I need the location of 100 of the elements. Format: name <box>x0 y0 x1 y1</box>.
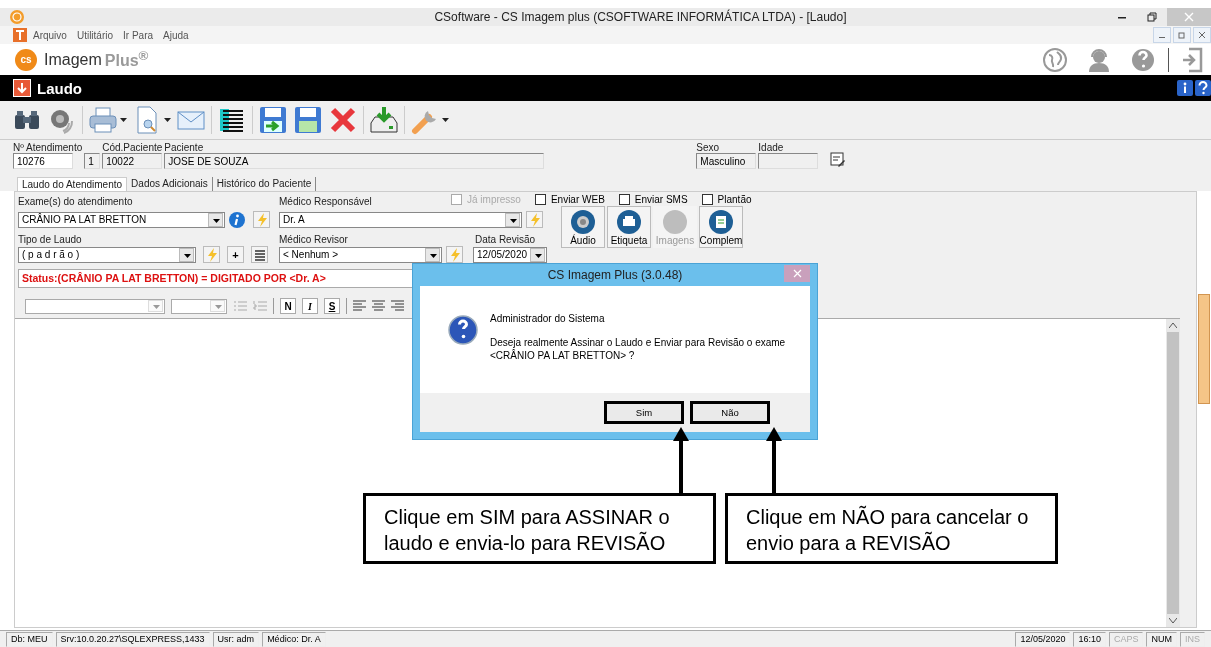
field-label: Exame(s) do atendimento <box>18 196 134 207</box>
tray-icon[interactable] <box>369 105 399 135</box>
checkbox[interactable] <box>534 193 546 205</box>
callout-note: Clique em NÃO para cancelar o envio para a REVISÃO <box>725 493 1058 564</box>
format-button[interactable]: N <box>280 298 296 314</box>
status-cell: 16:10 <box>1073 631 1106 647</box>
font-size-dropdown[interactable] <box>171 298 227 314</box>
field-label: Cód.Paciente <box>102 142 163 153</box>
format-button[interactable]: S <box>324 298 340 314</box>
side-tab[interactable] <box>1198 294 1210 404</box>
question-icon <box>448 315 478 345</box>
caret-icon[interactable] <box>442 118 449 122</box>
align-right-icon[interactable] <box>391 300 404 312</box>
checkbox[interactable] <box>701 193 713 205</box>
support-agent-icon[interactable] <box>1086 46 1112 73</box>
align-left-icon[interactable] <box>353 300 366 312</box>
dialog-title: CS Imagem Plus (3.0.48) <box>547 268 683 282</box>
close-icon <box>792 269 802 278</box>
doctor-dropdown[interactable]: Dr. A <box>279 211 522 228</box>
text-field[interactable] <box>758 153 819 169</box>
media-button[interactable]: Complem <box>699 206 743 248</box>
blank-circle-icon <box>663 209 687 234</box>
scroll-down-icon[interactable] <box>1169 618 1177 623</box>
exit-icon[interactable] <box>1181 46 1203 73</box>
status-cell: Srv:10.0.20.27\SQLEXPRESS,1433 <box>55 631 210 647</box>
minimize-button[interactable] <box>1153 27 1171 43</box>
scrollbar[interactable] <box>1166 319 1180 627</box>
cross-icon[interactable] <box>328 105 358 135</box>
menu-item[interactable]: Arquivo <box>33 29 67 41</box>
status-cell: Médico: Dr. A <box>262 631 326 647</box>
brand-suffix: Plus$^{®}$ <box>104 48 149 71</box>
info-icon[interactable] <box>1177 80 1193 96</box>
dialog-button[interactable]: Sim <box>604 401 684 424</box>
text-field[interactable]: Masculino <box>696 153 757 169</box>
checkbox-label: Enviar SMS <box>634 193 688 205</box>
close-button[interactable] <box>784 265 810 282</box>
field-label: Paciente <box>164 142 205 153</box>
lightning-button[interactable] <box>253 211 270 228</box>
dialog-heading: Administrador do Sistema <box>490 313 606 324</box>
save-icon[interactable] <box>293 105 323 135</box>
numbered-list-icon[interactable] <box>253 300 267 312</box>
font-dropdown[interactable] <box>25 298 165 314</box>
status-cell: CAPS <box>1108 631 1144 647</box>
list-icon <box>253 248 266 261</box>
reviewer-dropdown[interactable]: < Nenhum > <box>279 246 442 263</box>
text-field[interactable]: JOSE DE SOUZA <box>164 153 545 169</box>
note-icon <box>709 209 733 234</box>
align-center-icon[interactable] <box>372 300 385 312</box>
callout-note: Clique em SIM para ASSINAR o laudo e envia-lo para REVISÃO <box>363 493 716 564</box>
help-icon[interactable] <box>1195 80 1211 96</box>
download-box-icon <box>13 79 31 97</box>
field-label: Tipo de Laudo <box>18 233 83 245</box>
lightning-button[interactable] <box>446 246 463 263</box>
media-button[interactable]: Etiqueta <box>607 206 651 248</box>
form-title: Laudo <box>37 79 82 97</box>
checkbox-label: Já impresso <box>467 193 521 205</box>
caret-icon[interactable] <box>120 118 127 122</box>
report-type-dropdown[interactable]: ( p a d r ã o ) <box>18 246 196 263</box>
dialog-button[interactable]: Não <box>690 401 770 424</box>
info-icon[interactable] <box>228 210 246 229</box>
field-label: Médico Responsável <box>279 196 372 207</box>
brand-name: Imagem <box>44 50 102 69</box>
format-button[interactable]: I <box>302 298 318 314</box>
menu-item[interactable]: Utilitário <box>76 29 114 41</box>
pointer-arrow <box>764 427 784 493</box>
dialog-message: Deseja realmente Assinar o Laudo e Enviar para Revisão o exame <CRÂNIO PA LAT BRETTON> ? <box>490 336 786 362</box>
edit-form-icon[interactable] <box>830 152 847 168</box>
window-title: CSoftware - CS Imagem plus (CSOFTWARE INFORMÁTICA LTDA) - [Laudo] <box>433 10 848 24</box>
text-field[interactable]: 10022 <box>102 153 163 169</box>
text-field[interactable]: 10276 <box>13 153 73 169</box>
status-cell: 12/05/2020 <box>1015 631 1071 647</box>
status-cell: Db: MEU <box>6 631 53 647</box>
exam-dropdown[interactable]: CRÂNIO PA LAT BRETTON <box>18 211 225 228</box>
checkbox-label: Enviar WEB <box>550 193 605 205</box>
list-button[interactable] <box>251 246 268 263</box>
date-picker[interactable]: 12/05/2020 <box>473 246 547 263</box>
caret-icon[interactable] <box>164 118 171 122</box>
checkbox[interactable] <box>618 193 630 205</box>
close-icon <box>1198 31 1206 39</box>
menu-item[interactable]: Ajuda <box>163 29 189 41</box>
field-label: Médico Revisor <box>279 233 349 245</box>
restore-icon <box>1178 31 1186 39</box>
globe-icon[interactable] <box>1042 46 1068 73</box>
brand-logo-icon: cs <box>15 48 37 71</box>
media-button[interactable]: Áudio <box>561 206 605 248</box>
speaker-icon <box>571 209 595 234</box>
lightning-button[interactable] <box>203 246 220 263</box>
checkbox-label: Plantão <box>717 193 752 205</box>
add-button[interactable]: + <box>227 246 244 263</box>
close-button[interactable] <box>1193 27 1211 43</box>
app-logo-icon <box>10 10 24 24</box>
pointer-arrow <box>671 427 691 493</box>
scroll-up-icon[interactable] <box>1169 323 1177 328</box>
tab[interactable]: Laudo do Atendimento <box>17 177 128 191</box>
menu-item[interactable]: Ir Para <box>123 29 154 41</box>
status-cell: NUM <box>1146 631 1177 647</box>
close-icon <box>1184 12 1194 22</box>
lightning-button[interactable] <box>526 211 543 228</box>
text-field[interactable]: 1 <box>84 153 101 169</box>
field-label: Data Revisão <box>475 233 536 245</box>
